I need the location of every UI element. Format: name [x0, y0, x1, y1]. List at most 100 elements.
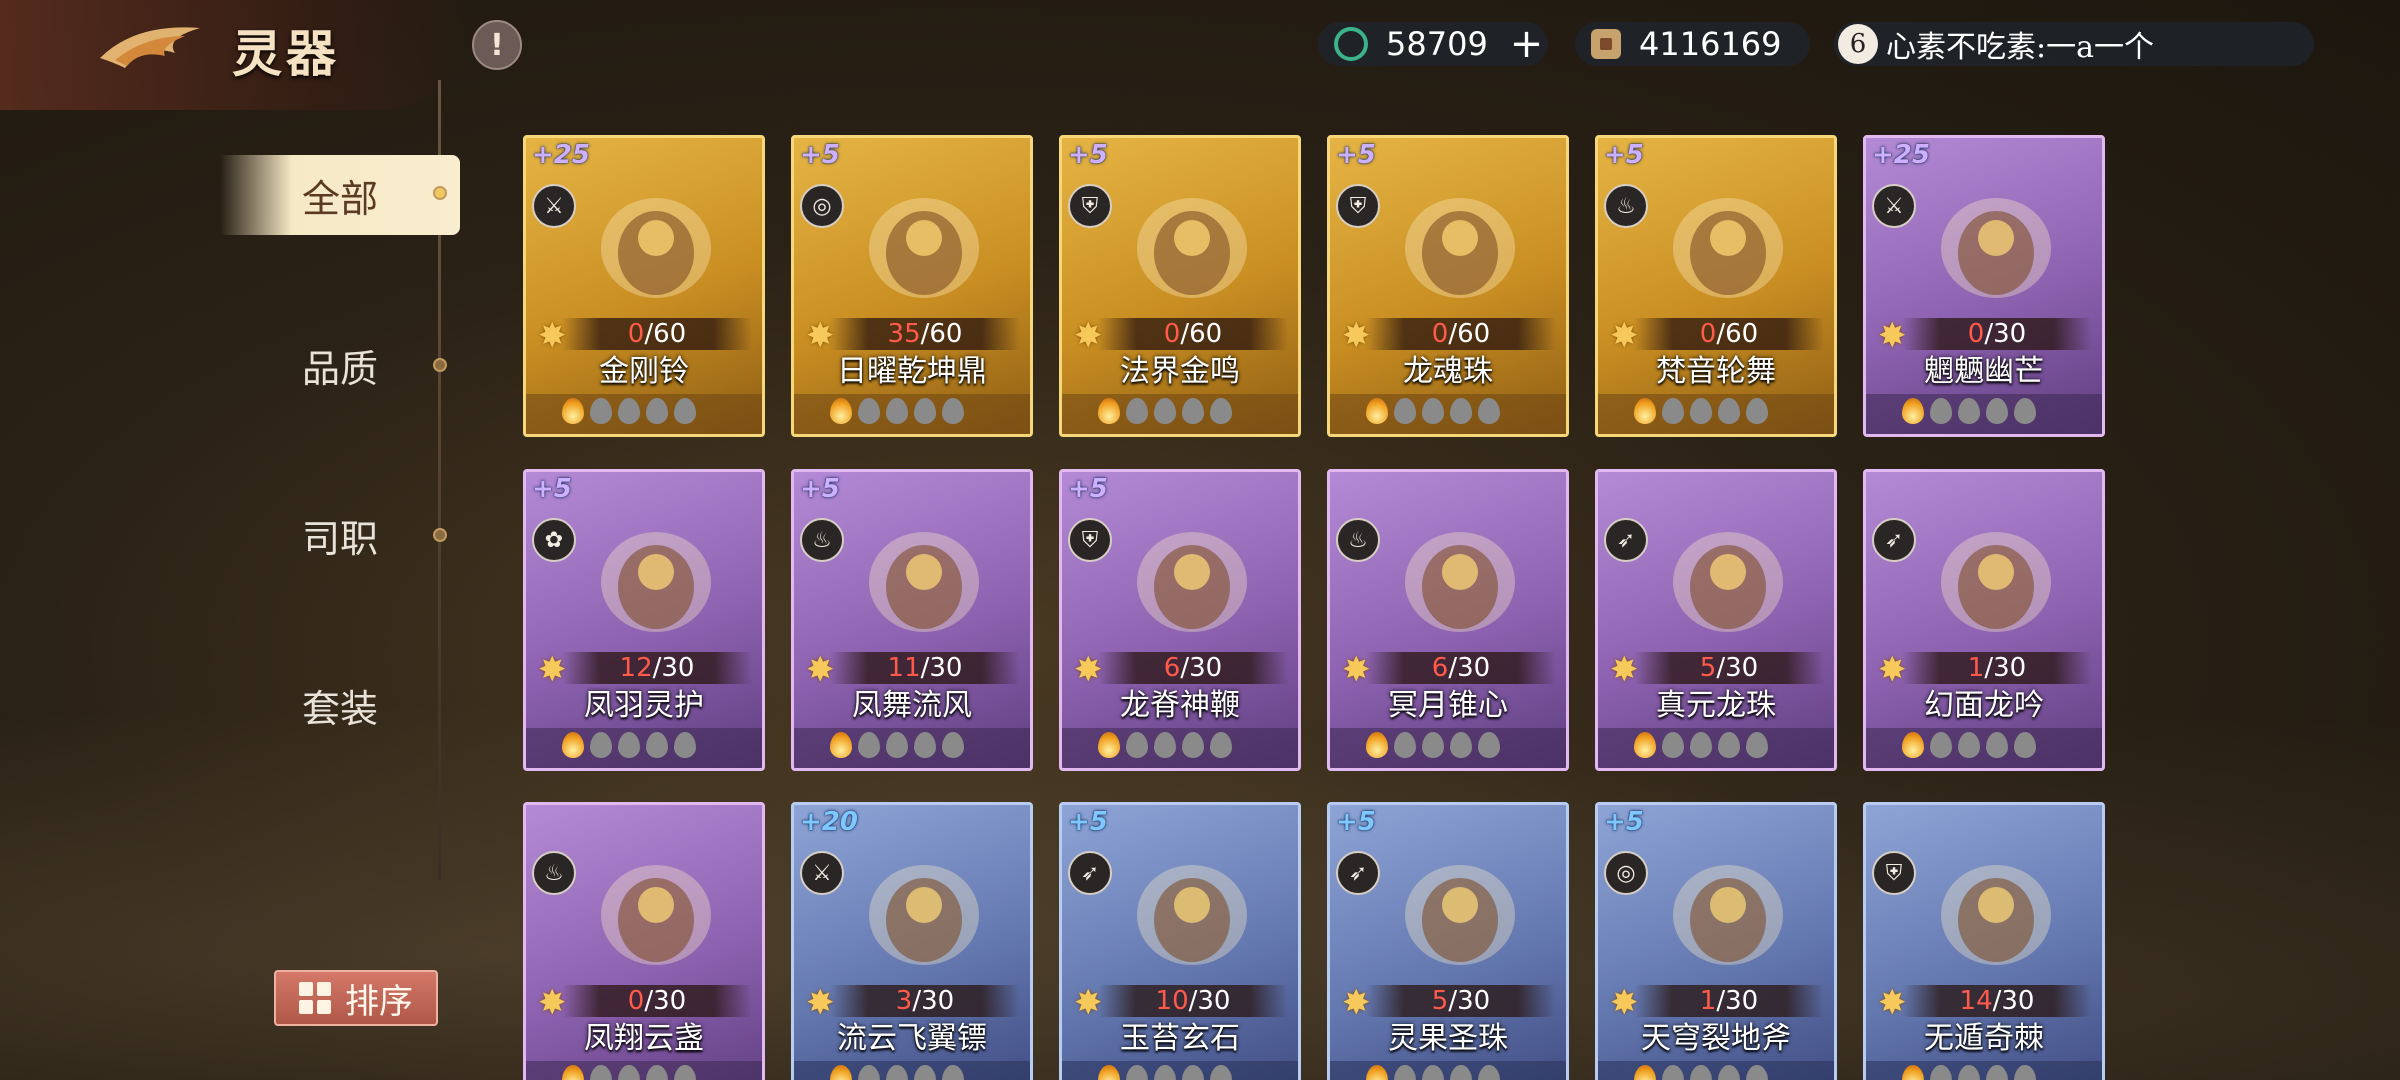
sidebar-item-all[interactable]: 全部 [220, 155, 460, 235]
flame-star-icon [646, 398, 668, 424]
user-chip[interactable]: 6 心素不吃素:一a一个 [1834, 22, 2314, 66]
enhance-level: +5 [1604, 140, 1644, 170]
shard-max: /30 [912, 986, 955, 1016]
flame-star-icon [830, 732, 852, 758]
coin-icon [1591, 29, 1621, 59]
star-rating [1366, 398, 1500, 428]
shard-max: /30 [920, 653, 963, 683]
artifact-image [1941, 532, 2051, 632]
artifact-card[interactable]: +5 ◎ ✸ 1/30 天穹裂地斧 [1595, 802, 1837, 1080]
artifact-card[interactable]: ⛨ ✸ 14/30 无遁奇棘 [1863, 802, 2105, 1080]
enhance-level: +25 [1872, 140, 1930, 170]
shard-max: /30 [1448, 653, 1491, 683]
artifact-name: 凤舞流风 [852, 688, 972, 723]
shard-progress: 10/30 [1098, 985, 1288, 1017]
flame-star-icon [1986, 398, 2008, 424]
shard-current: 1 [1967, 653, 1985, 683]
shard-progress: 12/30 [562, 652, 752, 684]
flame-star-icon [914, 732, 936, 758]
artifact-card[interactable]: ➶ ✸ 5/30 真元龙珠 [1595, 469, 1837, 771]
star-rating [1902, 398, 2036, 428]
flame-star-icon [2014, 1065, 2036, 1080]
artifact-card[interactable]: +5 ⛨ ✸ 0/60 法界金鸣 [1059, 135, 1301, 437]
artifact-card[interactable]: +5 ➶ ✸ 5/30 灵果圣珠 [1327, 802, 1569, 1080]
artifact-card[interactable]: ♨ ✸ 0/30 凤翔云盏 [523, 802, 765, 1080]
shard-current: 0 [1699, 319, 1717, 349]
artifact-card[interactable]: +5 ➶ ✸ 10/30 玉苔玄石 [1059, 802, 1301, 1080]
artifact-card[interactable]: +5 ♨ ✸ 0/60 梵音轮舞 [1595, 135, 1837, 437]
shard-current: 12 [619, 653, 653, 683]
jade-currency: 58709 + [1318, 21, 1548, 67]
flame-star-icon [830, 398, 852, 424]
flame-star-icon [562, 732, 584, 758]
flame-star-icon [942, 1065, 964, 1080]
artifact-name: 无遁奇棘 [1924, 1021, 2044, 1056]
artifact-name: 冥月锥心 [1388, 688, 1508, 723]
flame-star-icon [914, 1065, 936, 1080]
shard-progress: 11/30 [830, 652, 1020, 684]
flame-star-icon [1930, 1065, 1952, 1080]
artifact-card[interactable]: +5 ◎ ✸ 35/60 日曜乾坤鼎 [791, 135, 1033, 437]
enhance-level: +5 [1604, 807, 1644, 837]
sidebar-item-set[interactable]: 套装 [220, 665, 460, 745]
shard-progress: 3/30 [830, 985, 1020, 1017]
flame-star-icon [590, 732, 612, 758]
shard-current: 6 [1163, 653, 1181, 683]
flame-star-icon [914, 398, 936, 424]
flame-star-icon [1182, 1065, 1204, 1080]
artifact-card[interactable]: ➶ ✸ 1/30 幻面龙吟 [1863, 469, 2105, 771]
artifact-card[interactable]: +5 ⛨ ✸ 0/60 龙魂珠 [1327, 135, 1569, 437]
flame-star-icon [646, 732, 668, 758]
artifact-card[interactable]: +25 ⚔ ✸ 0/60 金刚铃 [523, 135, 765, 437]
artifact-name: 流云飞翼镖 [837, 1021, 987, 1056]
star-rating [1366, 1065, 1500, 1080]
shard-progress: 35/60 [830, 318, 1020, 350]
flame-star-icon [590, 1065, 612, 1080]
grid-icon [299, 982, 331, 1014]
artifact-card[interactable]: +5 ♨ ✸ 11/30 凤舞流风 [791, 469, 1033, 771]
flame-star-icon [1394, 398, 1416, 424]
artifact-card[interactable]: ♨ ✸ 6/30 冥月锥心 [1327, 469, 1569, 771]
info-button[interactable]: ! [472, 20, 522, 70]
user-name: 心素不吃素:一a一个 [1886, 30, 2154, 65]
add-jade-button[interactable]: + [1510, 21, 1544, 67]
artifact-card[interactable]: +20 ⚔ ✸ 3/30 流云飞翼镖 [791, 802, 1033, 1080]
artifact-name: 凤翔云盏 [584, 1021, 704, 1056]
star-rating [1634, 398, 1768, 428]
artifact-card[interactable]: +5 ✿ ✸ 12/30 凤羽灵护 [523, 469, 765, 771]
flame-star-icon [1126, 1065, 1148, 1080]
artifact-name: 凤羽灵护 [584, 688, 704, 723]
artifact-card[interactable]: +25 ⚔ ✸ 0/30 魍魉幽芒 [1863, 135, 2105, 437]
flame-star-icon [1986, 732, 2008, 758]
flame-star-icon [1662, 732, 1684, 758]
flame-star-icon [1366, 1065, 1388, 1080]
artifact-card[interactable]: +5 ⛨ ✸ 6/30 龙脊神鞭 [1059, 469, 1301, 771]
gourd-icon: ♨ [1604, 184, 1648, 228]
flame-star-icon [1662, 1065, 1684, 1080]
sort-button[interactable]: 排序 [274, 970, 438, 1026]
sidebar-marker-role [433, 528, 447, 542]
flame-star-icon [674, 1065, 696, 1080]
enhance-level: +5 [532, 474, 572, 504]
flame-star-icon [858, 398, 880, 424]
blade-icon: ⚔ [800, 851, 844, 895]
star-rating [1098, 1065, 1232, 1080]
sidebar-item-role[interactable]: 司职 [220, 495, 460, 575]
artifact-image [1673, 532, 1783, 632]
sidebar-item-quality[interactable]: 品质 [220, 325, 460, 405]
artifact-name: 魍魉幽芒 [1924, 354, 2044, 389]
flame-star-icon [1098, 1065, 1120, 1080]
flame-star-icon [2014, 398, 2036, 424]
artifact-image [1673, 865, 1783, 965]
flame-star-icon [1154, 398, 1176, 424]
shard-progress: 14/30 [1902, 985, 2092, 1017]
star-rating [1902, 1065, 2036, 1080]
flame-star-icon [1422, 1065, 1444, 1080]
flame-star-icon [1098, 398, 1120, 424]
shard-max: /30 [1984, 653, 2027, 683]
star-rating [1098, 398, 1232, 428]
flame-star-icon [1902, 732, 1924, 758]
star-rating [830, 1065, 964, 1080]
flame-star-icon [1450, 1065, 1472, 1080]
artifact-name: 龙魂珠 [1403, 354, 1493, 389]
